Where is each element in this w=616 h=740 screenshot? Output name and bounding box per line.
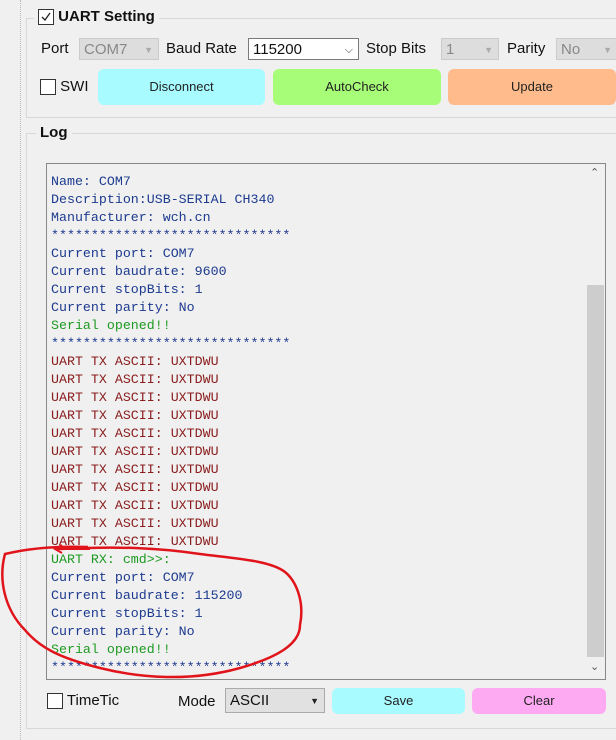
log-line: UART TX ASCII: UXTDWU [51,480,219,495]
parity-select[interactable]: No ▼ [556,38,616,60]
stop-bits-label: Stop Bits [366,40,427,57]
disconnect-button[interactable]: Disconnect [98,69,265,105]
log-scrollbar[interactable]: ⌃ ⌄ [586,164,605,679]
sw-checkbox[interactable] [40,79,56,96]
port-label: Port [41,40,69,57]
log-line: UART TX ASCII: UXTDWU [51,390,219,405]
port-select[interactable]: COM7 ▼ [79,38,159,60]
baud-rate-value: 115200 [253,41,302,58]
log-line: Current stopBits: 1 [51,282,203,297]
log-line: Current parity: No [51,300,195,315]
sw-label: SWI [60,78,89,95]
uart-setting-checkbox[interactable] [38,9,54,26]
log-line: Serial opened!! [51,318,171,333]
baud-rate-label: Baud Rate [166,40,237,57]
stop-bits-value: 1 [446,41,455,58]
log-line: UART TX ASCII: UXTDWU [51,444,219,459]
chevron-down-icon: ▼ [310,696,319,706]
scroll-down-icon[interactable]: ⌄ [590,660,599,673]
stop-bits-select[interactable]: 1 ▼ [441,38,499,60]
timetic-checkbox[interactable] [47,693,63,710]
log-line: Manufacturer: wch.cn [51,210,211,225]
uart-setting-title: UART Setting [58,8,155,25]
log-line: Current port: COM7 [51,246,195,261]
chevron-down-icon: ▼ [484,45,493,55]
checkmark-icon [41,12,51,22]
parity-value: No [561,41,581,58]
parity-label: Parity [507,40,546,57]
autocheck-button[interactable]: AutoCheck [273,69,441,105]
log-line: Name: COM7 [51,174,131,189]
mode-label: Mode [178,693,216,710]
log-line: Description:USB-SERIAL CH340 [51,192,275,207]
timetic-label: TimeTic [66,692,120,709]
mode-select[interactable]: ASCII ▼ [225,688,325,713]
chevron-down-icon: ▼ [144,45,153,55]
log-line: UART TX ASCII: UXTDWU [51,498,219,513]
log-line: UART TX ASCII: UXTDWU [51,462,219,477]
update-button[interactable]: Update [448,69,616,105]
clear-button[interactable]: Clear [472,688,606,714]
baud-rate-select[interactable]: 115200 ⌵ [248,38,359,60]
log-line: UART TX ASCII: UXTDWU [51,516,219,531]
scroll-up-icon[interactable]: ⌃ [590,166,599,179]
chevron-down-icon: ▼ [603,45,612,55]
log-line: UART TX ASCII: UXTDWU [51,354,219,369]
timetic-wrap[interactable]: TimeTic [47,692,120,710]
uart-setting-header: UART Setting [34,8,159,26]
log-line: ****************************** [51,228,291,243]
log-line: Current baudrate: 9600 [51,264,227,279]
red-annotation-circle [1,544,303,679]
scrollbar-thumb[interactable] [587,285,604,657]
chevron-down-icon: ⌵ [344,44,353,56]
sw-checkbox-wrap[interactable]: SWI [40,78,89,96]
save-button[interactable]: Save [332,688,465,714]
log-line: UART TX ASCII: UXTDWU [51,408,219,423]
log-line: ****************************** [51,336,291,351]
port-value: COM7 [84,41,128,58]
log-line: UART TX ASCII: UXTDWU [51,426,219,441]
mode-value: ASCII [230,692,270,709]
log-title: Log [36,124,72,141]
log-line: UART TX ASCII: UXTDWU [51,372,219,387]
